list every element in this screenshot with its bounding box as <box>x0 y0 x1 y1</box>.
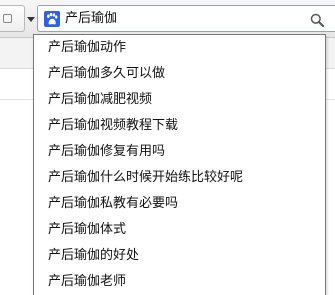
suggestion-item[interactable]: 产后瑜伽的好处 <box>34 243 325 269</box>
page-background <box>0 38 33 69</box>
address-bar-end[interactable] <box>0 5 25 32</box>
page-icon <box>3 14 12 23</box>
suggestion-item[interactable]: 产后瑜伽什么时候开始练比较好呢 <box>34 165 325 191</box>
suggestion-item[interactable]: 产后瑜伽体式 <box>34 217 325 243</box>
address-dropdown-button[interactable] <box>27 5 35 32</box>
suggestion-item[interactable]: 产后瑜伽老师 <box>34 269 325 295</box>
suggestion-item[interactable]: 产后瑜伽视频教程下载 <box>34 113 325 139</box>
suggestion-item[interactable]: 产后瑜伽私教有必要吗 <box>34 191 325 217</box>
search-box[interactable]: 产后瑜伽 <box>37 5 335 32</box>
browser-window: 产后瑜伽 产后瑜伽动作 产后瑜伽多久可以做 产后瑜伽减肥视频 产后瑜伽视频教程下… <box>0 0 335 295</box>
suggestion-item[interactable]: 产后瑜伽修复有用吗 <box>34 139 325 165</box>
divider-right <box>326 99 335 100</box>
paw-icon[interactable] <box>44 11 60 27</box>
search-suggestions-dropdown: 产后瑜伽动作 产后瑜伽多久可以做 产后瑜伽减肥视频 产后瑜伽视频教程下载 产后瑜… <box>33 34 326 295</box>
divider <box>0 99 33 100</box>
suggestion-item[interactable]: 产后瑜伽多久可以做 <box>34 61 325 87</box>
browser-toolbar: 产后瑜伽 <box>0 0 335 38</box>
suggestion-item[interactable]: 产后瑜伽动作 <box>34 35 325 61</box>
page-background-right <box>326 38 335 69</box>
suggestion-item[interactable]: 产后瑜伽减肥视频 <box>34 87 325 113</box>
search-icon[interactable] <box>310 12 324 27</box>
chevron-down-icon <box>27 17 35 22</box>
suggestion-list: 产后瑜伽动作 产后瑜伽多久可以做 产后瑜伽减肥视频 产后瑜伽视频教程下载 产后瑜… <box>34 35 325 295</box>
search-input[interactable]: 产后瑜伽 <box>65 11 117 27</box>
